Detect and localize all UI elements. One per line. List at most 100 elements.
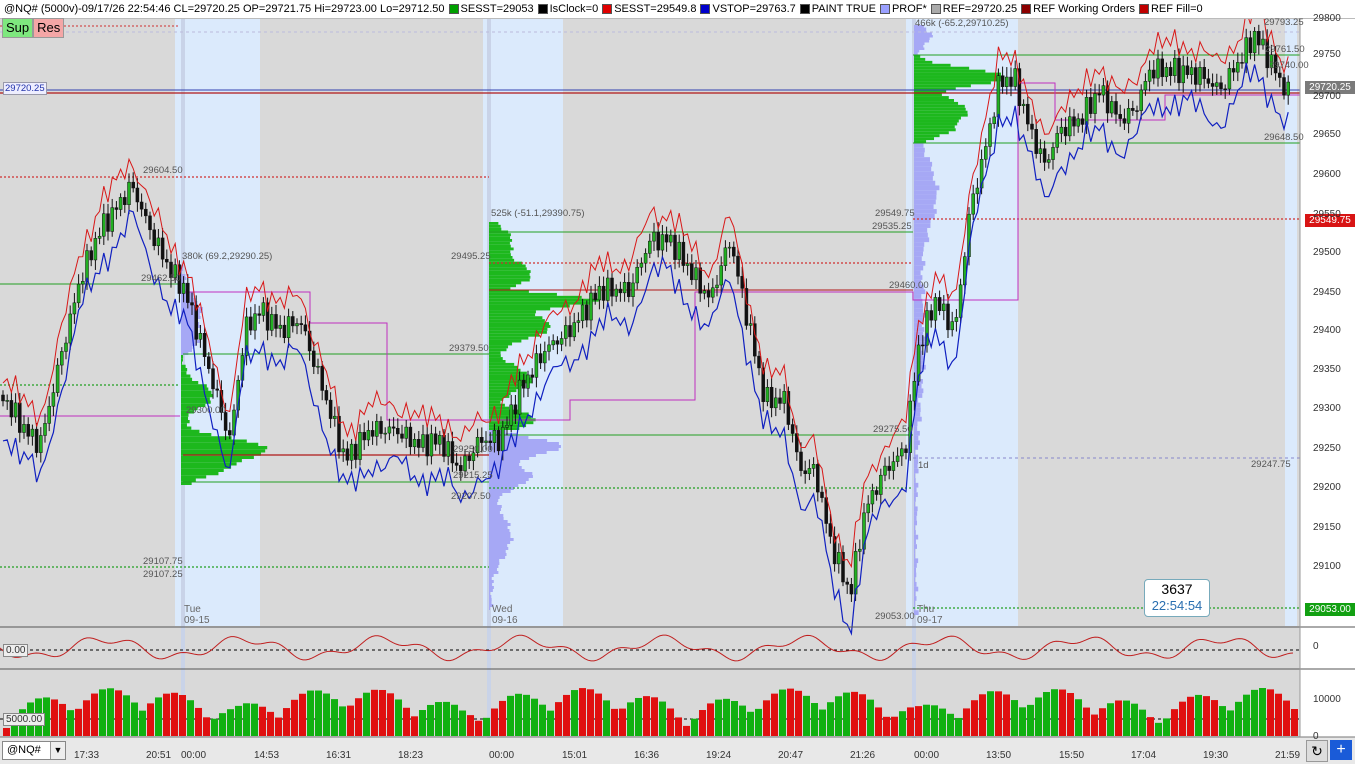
indicator-item[interactable]: PAINT TRUE bbox=[799, 0, 876, 18]
volume-bar bbox=[939, 708, 946, 736]
candle bbox=[64, 342, 68, 352]
volume-profile-bar bbox=[914, 449, 915, 455]
candle bbox=[408, 426, 413, 448]
volume-profile-bar bbox=[489, 460, 521, 463]
volume-bar bbox=[291, 699, 298, 736]
volume-profile-bar bbox=[181, 433, 212, 437]
candle bbox=[9, 400, 14, 418]
volume-bar bbox=[923, 704, 930, 736]
candle bbox=[135, 187, 140, 203]
volume-bar bbox=[75, 708, 82, 736]
volume-bar bbox=[403, 707, 410, 736]
indicator-item[interactable]: VSTOP=29763.7 bbox=[700, 0, 796, 18]
candle bbox=[639, 262, 644, 268]
support-button[interactable]: Sup bbox=[2, 18, 34, 38]
volume-bar bbox=[1067, 692, 1074, 736]
time-axis-tick: 15:50 bbox=[1059, 750, 1085, 761]
volume-bar bbox=[299, 693, 306, 736]
volume-profile-bar bbox=[914, 591, 916, 597]
candle bbox=[526, 374, 530, 389]
indicator-item[interactable]: REF Working Orders bbox=[1021, 0, 1135, 18]
volume-profile-bar bbox=[489, 520, 508, 523]
candle bbox=[110, 207, 114, 232]
volume-bar bbox=[435, 702, 442, 736]
volume-profile-bar bbox=[914, 57, 926, 61]
candle bbox=[631, 282, 635, 297]
indicator-swatch bbox=[1021, 4, 1032, 15]
candle bbox=[89, 250, 93, 261]
candle bbox=[618, 288, 623, 294]
add-icon[interactable]: + bbox=[1330, 740, 1352, 760]
candle bbox=[1194, 67, 1198, 85]
volume-bar bbox=[67, 710, 74, 736]
volume-profile-bar bbox=[489, 244, 511, 248]
candle bbox=[1223, 88, 1227, 91]
resistance-button[interactable]: Res bbox=[33, 18, 65, 38]
volume-profile-bar bbox=[489, 550, 506, 553]
volume-profile-bar bbox=[489, 571, 499, 574]
candle bbox=[181, 282, 186, 294]
volume-profile-bar bbox=[914, 147, 925, 153]
candle bbox=[118, 197, 123, 210]
indicator-item[interactable]: REF Fill=0 bbox=[1138, 0, 1203, 18]
volume-profile-bar bbox=[489, 360, 506, 363]
candle bbox=[299, 323, 303, 326]
candle bbox=[47, 405, 51, 424]
candle bbox=[324, 390, 329, 401]
candle bbox=[782, 391, 786, 404]
candle bbox=[774, 397, 778, 409]
price-axis-tick: 29300 bbox=[1313, 403, 1341, 414]
candle bbox=[417, 439, 421, 448]
volume-profile-bar bbox=[489, 481, 526, 484]
indicator-swatch bbox=[537, 4, 548, 15]
volume-profile-bar bbox=[489, 256, 513, 259]
volume-profile-bar bbox=[489, 469, 525, 472]
volume-bar bbox=[611, 708, 618, 736]
candle bbox=[1005, 76, 1009, 87]
volume-profile-bar bbox=[914, 548, 915, 554]
price-chart[interactable] bbox=[0, 0, 1355, 764]
volume-profile-bar bbox=[914, 223, 931, 228]
candle bbox=[425, 434, 429, 457]
chevron-down-icon[interactable]: ▼ bbox=[50, 742, 65, 759]
volume-profile-bar bbox=[489, 275, 531, 279]
indicator-item[interactable]: IsClock=0 bbox=[537, 0, 598, 18]
candle bbox=[198, 333, 203, 340]
symbol-selector[interactable]: @NQ# ▼ bbox=[2, 741, 66, 760]
volume-profile-bar bbox=[914, 265, 924, 271]
volume-profile-bar bbox=[914, 501, 915, 507]
volume-bar bbox=[347, 705, 354, 736]
indicator-item[interactable]: PROF* bbox=[879, 0, 927, 18]
candle bbox=[442, 434, 446, 457]
candle bbox=[669, 234, 673, 243]
volume-profile-bar bbox=[489, 586, 494, 589]
indicator-item[interactable]: SESST=29053 bbox=[448, 0, 534, 18]
volume-profile-bar bbox=[914, 511, 918, 516]
chart-annotation: 29107.25 bbox=[143, 569, 183, 580]
volume-bar bbox=[843, 692, 850, 736]
volume-bar bbox=[731, 700, 738, 736]
volume-profile-bar bbox=[914, 63, 951, 67]
refresh-icon[interactable]: ↻ bbox=[1306, 740, 1328, 762]
candle bbox=[530, 374, 534, 378]
indicator-item[interactable]: SESST=29549.8 bbox=[602, 0, 696, 18]
volume-bar bbox=[51, 699, 58, 736]
candle bbox=[505, 425, 509, 428]
volume-bar bbox=[315, 690, 322, 736]
candle bbox=[706, 290, 711, 298]
indicator-item[interactable]: REF=29720.25 bbox=[930, 0, 1017, 18]
candle bbox=[312, 350, 316, 367]
volume-profile-bar bbox=[489, 556, 506, 559]
candle bbox=[379, 420, 383, 434]
candle bbox=[732, 246, 736, 257]
volume-profile-bar bbox=[489, 316, 543, 320]
volume-profile-bar bbox=[914, 157, 930, 162]
candle bbox=[975, 187, 980, 195]
candle bbox=[643, 253, 648, 264]
volume-bar bbox=[1227, 710, 1234, 736]
volume-bar bbox=[667, 708, 674, 736]
volume-bar bbox=[835, 696, 842, 736]
volume-bar bbox=[203, 717, 210, 736]
indicator-label: VSTOP=29763.7 bbox=[712, 3, 796, 15]
volume-bar bbox=[323, 693, 330, 736]
